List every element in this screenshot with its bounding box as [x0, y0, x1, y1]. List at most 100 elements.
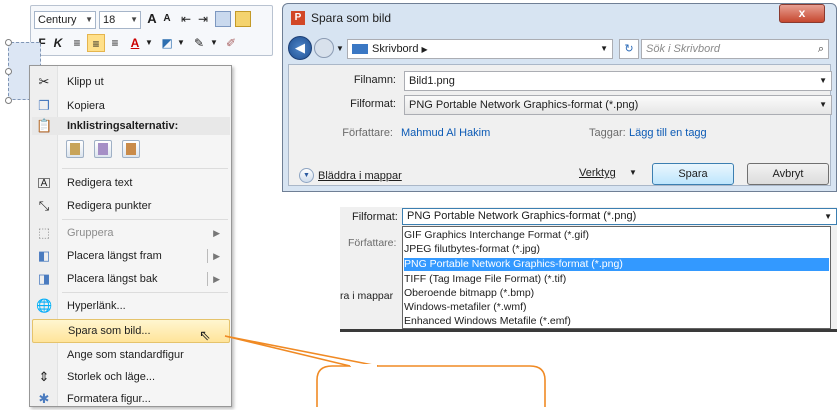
tags-value[interactable]: Lägg till en tagg	[629, 127, 707, 139]
format-option-selected[interactable]: PNG Portable Network Graphics-format (*.…	[404, 258, 829, 271]
search-icon: ⌕	[817, 43, 824, 55]
chevron-down-icon[interactable]: ▼	[819, 72, 827, 90]
menu-item-cut[interactable]: ✂ Klipp ut	[32, 71, 230, 93]
chevron-right-icon[interactable]: ▶	[213, 245, 220, 267]
menu-separator	[62, 168, 228, 169]
increase-indent-icon[interactable]: ⇥	[195, 10, 211, 28]
filename-field[interactable]: Bild1.png ▼	[404, 71, 832, 91]
browse-folders-link[interactable]: Bläddra i mappar	[318, 170, 402, 182]
resize-handle[interactable]	[5, 97, 12, 104]
back-arrow-icon[interactable]: ◀	[288, 36, 312, 60]
copy-icon: ❐	[38, 98, 50, 113]
chevron-down-icon[interactable]: ▼	[144, 34, 154, 52]
align-center-icon[interactable]: ≡	[87, 34, 105, 52]
align-right-icon[interactable]: ≡	[107, 34, 123, 52]
align-left-icon[interactable]: ≡	[69, 34, 85, 52]
shape-fill-icon[interactable]	[215, 11, 231, 27]
hyperlink-icon: 🌐	[36, 298, 53, 313]
shrink-font-button[interactable]: A	[161, 10, 173, 28]
pen-icon[interactable]: ✎	[191, 34, 207, 52]
menu-item-label: Redigera punkter	[67, 200, 152, 212]
chevron-right-icon[interactable]: ▶	[213, 268, 220, 290]
mini-toolbar: Century ▼ 18 ▼ A A ⇤ ⇥ F K ≡ ≡ ≡ A ▼ ◩ ▼…	[30, 5, 273, 56]
chevron-right-icon: ▶	[213, 228, 220, 238]
paste-use-theme-icon[interactable]	[66, 140, 84, 158]
chevron-right-icon: ▶	[421, 45, 428, 54]
menu-item-edit-text[interactable]: A Redigera text	[32, 172, 230, 194]
cancel-button[interactable]: Avbryt	[747, 163, 829, 185]
format-option[interactable]: TIFF (Tag Image File Format) (*.tif)	[404, 273, 829, 286]
search-input[interactable]: Sök i Skrivbord ⌕	[641, 39, 829, 59]
font-color-button[interactable]: A	[127, 34, 143, 52]
format-shape-icon: ✱	[38, 391, 50, 406]
format-select-open[interactable]: PNG Portable Network Graphics-format (*.…	[402, 208, 837, 225]
chevron-down-icon[interactable]: ▼	[209, 34, 219, 52]
menu-item-label: Redigera text	[67, 177, 133, 189]
author-value[interactable]: Mahmud Al Hakim	[401, 127, 490, 139]
menu-item-send-back[interactable]: ◨ Placera längst bak ▶	[32, 268, 230, 290]
font-name-combo[interactable]: Century ▼	[34, 11, 96, 29]
font-size-combo[interactable]: 18 ▼	[99, 11, 141, 29]
address-bar[interactable]: Skrivbord ▶ ▼	[347, 39, 613, 59]
chevron-down-icon[interactable]: ▼	[176, 34, 186, 52]
save-button[interactable]: Spara	[652, 163, 734, 185]
chevron-down-icon[interactable]: ▼	[600, 40, 608, 58]
split-divider	[207, 249, 208, 263]
chevron-down-icon[interactable]: ▼	[824, 209, 832, 224]
resize-handle[interactable]	[5, 68, 12, 75]
refresh-icon[interactable]: ↻	[619, 39, 639, 59]
paste-keep-format-icon[interactable]	[94, 140, 112, 158]
tools-menu[interactable]: Verktyg	[579, 167, 616, 179]
decrease-indent-icon[interactable]: ⇤	[178, 10, 194, 28]
grow-font-button[interactable]: A	[145, 10, 159, 28]
menu-item-label: Kopiera	[67, 100, 105, 112]
menu-separator	[62, 219, 228, 220]
paste-picture-icon[interactable]	[122, 140, 140, 158]
close-button[interactable]: x	[779, 4, 825, 23]
send-back-icon: ◨	[37, 271, 51, 286]
fill-bucket-icon[interactable]: ◩	[159, 34, 175, 52]
font-size-value: 18	[103, 14, 116, 26]
italic-button[interactable]: K	[51, 34, 65, 52]
menu-item-edit-points[interactable]: ⤡ Redigera punkter	[32, 195, 230, 217]
menu-item-label: Ange som standardfigur	[67, 349, 184, 361]
menu-item-hyperlink[interactable]: 🌐 Hyperlänk...	[32, 295, 230, 317]
format-option[interactable]: Windows-metafiler (*.wmf)	[404, 301, 829, 314]
menu-item-label: Placera längst fram	[67, 250, 162, 262]
format-option[interactable]: Enhanced Windows Metafile (*.emf)	[404, 315, 829, 328]
split-divider	[207, 272, 208, 286]
search-placeholder: Sök i Skrivbord	[646, 43, 720, 55]
tags-label: Taggar:	[589, 127, 626, 139]
format-option[interactable]: Oberoende bitmapp (*.bmp)	[404, 287, 829, 300]
save-as-picture-dialog: P Spara som bild x ◀ ▼ Skrivbord ▶ ▼ ↻ S…	[282, 3, 837, 192]
menu-item-label: Inklistringsalternativ:	[67, 120, 179, 132]
format-option[interactable]: GIF Graphics Interchange Format (*.gif)	[404, 229, 829, 242]
format-label: Filformat:	[350, 98, 396, 110]
menu-item-bring-front[interactable]: ◧ Placera längst fram ▶	[32, 245, 230, 267]
powerpoint-logo-icon: P	[291, 11, 305, 25]
edit-points-icon: ⤡	[38, 198, 50, 213]
chevron-down-icon[interactable]: ▼	[336, 44, 344, 53]
shape-outline-icon[interactable]	[235, 11, 251, 27]
format-label: Filformat:	[352, 211, 398, 223]
format-painter-icon[interactable]: ✐	[223, 34, 239, 52]
menu-header-paste-options: 📋 Inklistringsalternativ:	[32, 117, 230, 135]
expand-chevron-icon[interactable]: ▼	[299, 168, 314, 183]
chevron-down-icon: ▼	[130, 15, 138, 24]
format-option[interactable]: JPEG filutbytes-format (*.jpg)	[404, 243, 829, 256]
resize-handle[interactable]	[5, 39, 12, 46]
callout-bubble	[224, 335, 546, 407]
menu-item-label: Placera längst bak	[67, 273, 158, 285]
chevron-down-icon[interactable]: ▼	[629, 168, 637, 177]
scissors-icon: ✂	[38, 74, 50, 89]
menu-item-copy[interactable]: ❐ Kopiera	[32, 95, 230, 117]
format-value: PNG Portable Network Graphics-format (*.…	[409, 99, 639, 111]
edit-text-icon: A	[38, 178, 50, 189]
dialog-body: Filnamn: Bild1.png ▼ Filformat: PNG Port…	[288, 64, 832, 186]
forward-arrow-icon[interactable]	[314, 38, 334, 58]
callout-pointer	[224, 335, 379, 367]
chevron-down-icon[interactable]: ▼	[819, 96, 827, 114]
menu-item-label: Hyperlänk...	[67, 300, 126, 312]
format-select[interactable]: PNG Portable Network Graphics-format (*.…	[404, 95, 832, 115]
format-dropdown-inset: Filformat: PNG Portable Network Graphics…	[340, 207, 837, 332]
